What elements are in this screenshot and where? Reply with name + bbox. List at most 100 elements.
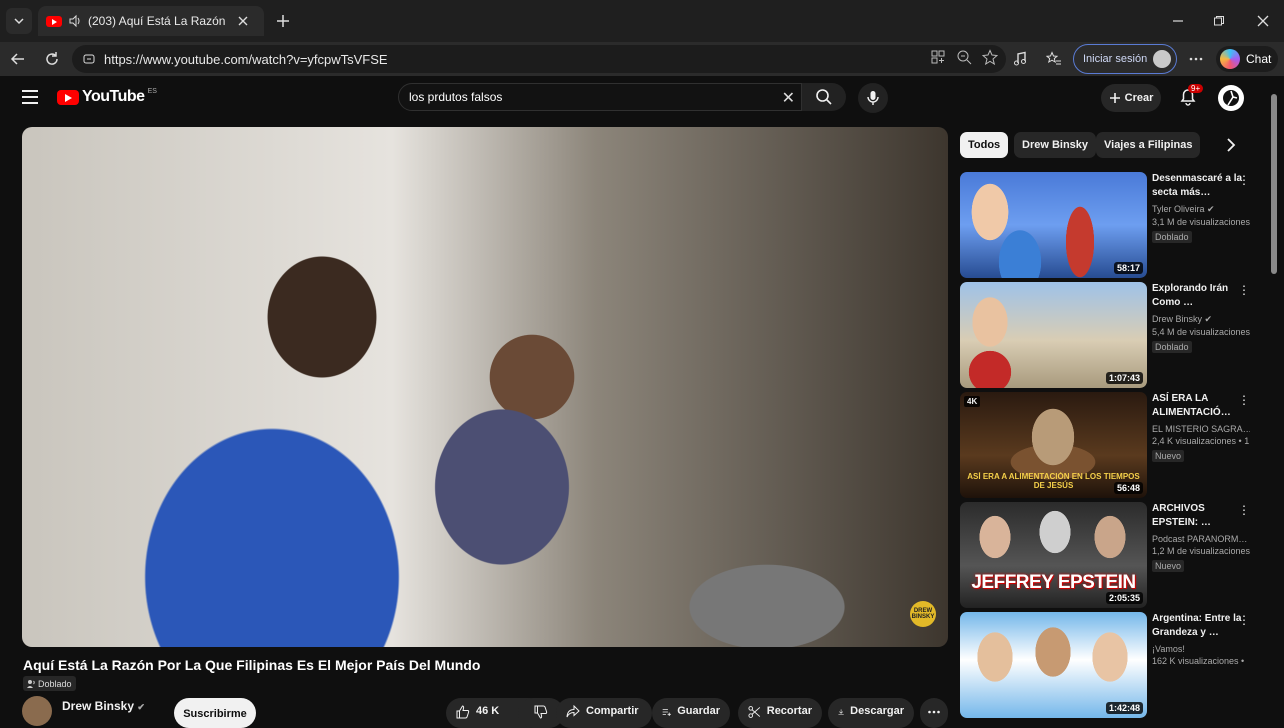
close-window-button[interactable]	[1251, 10, 1275, 32]
recommended-video[interactable]: 1:07:43 Explorando Irán Como … Drew Bins…	[960, 282, 1256, 388]
4k-badge: 4K	[964, 396, 981, 407]
clear-search-icon[interactable]: ✕	[782, 88, 795, 108]
video-thumbnail[interactable]: 1:42:48	[960, 612, 1147, 718]
account-avatar[interactable]	[1218, 85, 1244, 111]
youtube-logo[interactable]: YouTube ES	[57, 88, 157, 106]
recommended-video[interactable]: 58:17 Desenmascaré a la secta más… Tyler…	[960, 172, 1256, 278]
restore-icon	[1214, 16, 1224, 26]
minimize-icon	[1173, 20, 1183, 22]
share-button[interactable]: Compartir	[556, 698, 652, 728]
new-tab-button[interactable]	[272, 10, 294, 32]
recommended-video[interactable]: JEFFREY EPSTEIN 2:05:35 ARCHIVOS EPSTEIN…	[960, 502, 1256, 608]
video-player[interactable]: DREW BINSKY	[22, 127, 948, 647]
zoom-icon[interactable]	[956, 49, 972, 65]
download-button[interactable]: Descargar	[828, 698, 914, 728]
more-vertical-icon[interactable]: ⋮	[1238, 174, 1250, 186]
create-label: Crear	[1124, 92, 1154, 104]
menu-icon[interactable]	[22, 90, 38, 104]
rec-title[interactable]: ARCHIVOS EPSTEIN: …	[1152, 502, 1250, 531]
rec-channel[interactable]: ¡Vamos!	[1152, 644, 1250, 654]
channel-name-text: Drew Binsky	[62, 699, 135, 713]
create-button[interactable]: Crear	[1101, 84, 1161, 112]
voice-search-button[interactable]	[858, 83, 888, 113]
search-input[interactable]: los prdutos falsos ✕	[398, 83, 802, 111]
download-label: Descargar	[850, 705, 904, 717]
rec-dubbed-tag: Doblado	[1152, 341, 1192, 353]
youtube-play-icon	[57, 89, 79, 105]
video-duration: 1:42:48	[1105, 702, 1143, 714]
address-bar-row: https://www.youtube.com/watch?v=yfcpwTsV…	[0, 42, 1284, 76]
site-info-icon[interactable]	[82, 52, 96, 66]
rec-title[interactable]: Desenmascaré a la secta más…	[1152, 172, 1250, 201]
restore-button[interactable]	[1207, 10, 1231, 32]
rec-channel[interactable]: EL MISTERIO SAGRA…	[1152, 424, 1250, 434]
video-thumbnail[interactable]: JEFFREY EPSTEIN 2:05:35	[960, 502, 1147, 608]
channel-name[interactable]: Drew Binsky ✔	[62, 699, 145, 713]
chevron-right-icon	[1227, 138, 1236, 152]
rec-title[interactable]: Argentina: Entre la Grandeza y …	[1152, 612, 1250, 641]
plus-icon	[1109, 93, 1120, 103]
video-duration: 58:17	[1113, 262, 1143, 274]
rec-title[interactable]: ASÍ ERA LA ALIMENTACIÓ…	[1152, 392, 1250, 421]
save-label: Guardar	[677, 705, 720, 717]
video-thumbnail[interactable]: 4K ASÍ ERA A ALIMENTACIÓN EN LOS TIEMPOS…	[960, 392, 1147, 498]
chip-todos[interactable]: Todos	[960, 132, 1009, 158]
more-vertical-icon[interactable]: ⋮	[1238, 614, 1250, 626]
rec-channel-name: Tyler Oliveira	[1152, 204, 1205, 214]
rec-title[interactable]: Explorando Irán Como …	[1152, 282, 1250, 311]
rec-views: 1,2 M de visualizaciones	[1152, 546, 1250, 556]
rec-channel[interactable]: Drew Binsky ✔	[1152, 314, 1250, 325]
rec-channel[interactable]: Tyler Oliveira ✔	[1152, 204, 1250, 215]
favorite-star-icon[interactable]	[982, 49, 998, 65]
save-playlist-icon	[662, 708, 671, 716]
sign-in-button[interactable]: Iniciar sesión	[1073, 44, 1177, 74]
page-scrollbar[interactable]	[1270, 80, 1278, 720]
share-label: Compartir	[586, 705, 639, 717]
save-button[interactable]: Guardar	[652, 698, 730, 728]
url-bar[interactable]: https://www.youtube.com/watch?v=yfcpwTsV…	[72, 45, 1006, 73]
download-icon	[838, 709, 844, 715]
app-available-icon[interactable]	[930, 49, 946, 65]
reload-icon	[46, 52, 58, 65]
recommended-video[interactable]: 1:42:48 Argentina: Entre la Grandeza y ……	[960, 612, 1256, 718]
thumbs-down-icon	[534, 705, 548, 719]
browser-tab[interactable]: (203) Aquí Está La Razón Por La Que Fili…	[38, 6, 264, 36]
read-aloud-button[interactable]	[1008, 48, 1032, 70]
minimize-button[interactable]	[1166, 10, 1190, 32]
channel-watermark[interactable]: DREW BINSKY	[910, 601, 936, 627]
recommended-video[interactable]: 4K ASÍ ERA A ALIMENTACIÓN EN LOS TIEMPOS…	[960, 392, 1256, 498]
video-title: Aquí Está La Razón Por La Que Filipinas …	[23, 657, 481, 673]
favorites-button[interactable]	[1042, 48, 1066, 70]
more-vertical-icon[interactable]: ⋮	[1238, 504, 1250, 516]
chip-viajes-filipinas[interactable]: Viajes a Filipinas	[1096, 132, 1201, 158]
user-avatar-icon	[1223, 90, 1239, 106]
rec-dubbed-tag: Doblado	[1152, 231, 1192, 243]
reload-button[interactable]	[40, 48, 64, 70]
more-vertical-icon[interactable]: ⋮	[1238, 284, 1250, 296]
like-count: 46 K	[476, 705, 500, 717]
search-button[interactable]	[802, 83, 846, 111]
more-vertical-icon[interactable]: ⋮	[1238, 394, 1250, 406]
rec-views: 162 K visualizaciones •	[1152, 656, 1245, 666]
tab-list-button[interactable]	[6, 8, 32, 34]
close-tab-icon[interactable]	[238, 16, 248, 26]
clip-button[interactable]: Recortar	[738, 698, 822, 728]
more-actions-button[interactable]	[920, 698, 948, 728]
chips-next-button[interactable]	[1222, 136, 1240, 154]
scrollbar-thumb[interactable]	[1271, 94, 1277, 274]
video-thumbnail[interactable]: 1:07:43	[960, 282, 1147, 388]
clip-label: Recortar	[766, 705, 812, 717]
rec-channel[interactable]: Podcast PARANORM…	[1152, 534, 1250, 544]
video-thumbnail[interactable]: 58:17	[960, 172, 1147, 278]
chip-drew-binsky[interactable]: Drew Binsky	[1014, 132, 1097, 158]
settings-menu-button[interactable]	[1184, 48, 1208, 70]
notifications-button[interactable]: 9+	[1178, 84, 1204, 110]
back-button[interactable]	[6, 48, 30, 70]
subscribe-button[interactable]: Suscribirme	[174, 698, 256, 728]
speaker-icon[interactable]	[68, 14, 82, 28]
rec-views: 5,4 M de visualizaciones	[1152, 327, 1250, 337]
video-duration: 1:07:43	[1105, 372, 1143, 384]
copilot-chat-button[interactable]: Chat	[1216, 46, 1278, 72]
channel-avatar[interactable]	[22, 696, 52, 726]
rec-channel-name: Drew Binsky	[1152, 314, 1203, 324]
